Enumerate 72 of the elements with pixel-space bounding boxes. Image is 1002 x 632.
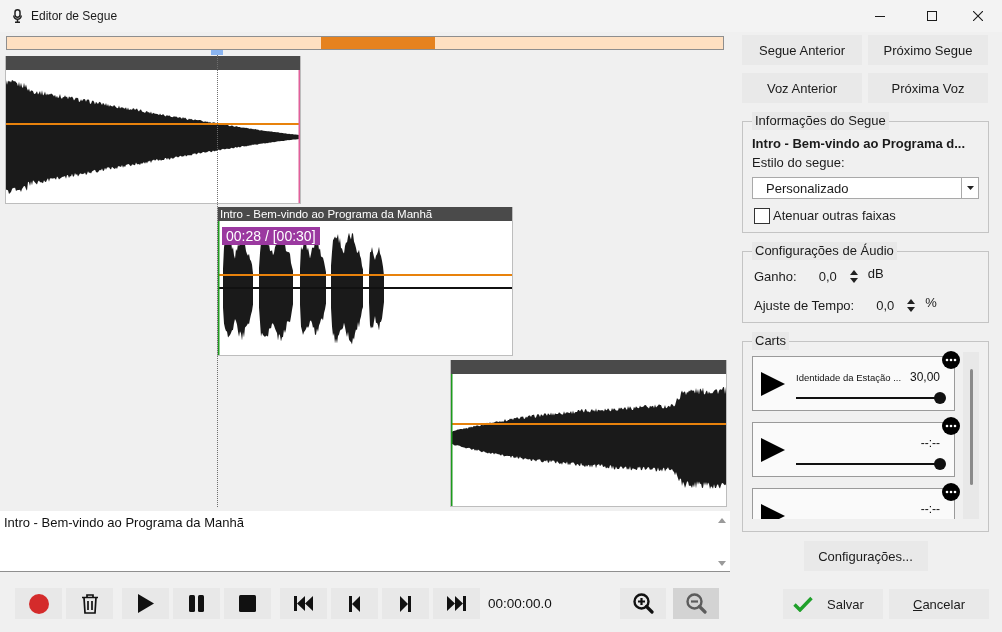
scrollbar[interactable]	[963, 352, 979, 519]
cart-time: 30,00	[909, 370, 940, 384]
close-icon[interactable]	[973, 11, 983, 21]
pause-icon	[189, 595, 204, 612]
scrollbar-thumb[interactable]	[969, 369, 973, 485]
play-icon	[137, 594, 154, 613]
zoom-out-icon	[685, 593, 707, 614]
checkbox[interactable]	[754, 207, 770, 224]
skip-to-end-icon	[447, 596, 466, 611]
more-icon[interactable]	[942, 417, 960, 435]
slider-thumb[interactable]	[934, 392, 946, 404]
skip-to-start-icon	[294, 596, 313, 611]
maximize-icon[interactable]	[927, 11, 937, 21]
spinner-arrows-icon[interactable]	[849, 268, 858, 284]
checkbox-label: Atenuar outras faixas	[773, 208, 896, 223]
step-back-icon	[349, 595, 360, 612]
field-label: Estilo do segue:	[752, 155, 846, 171]
cart-name: Identidade da Estação ...	[796, 371, 902, 383]
record-icon	[28, 593, 49, 614]
skip-to-start-button[interactable]	[280, 588, 327, 619]
unit-label: %	[925, 295, 937, 310]
step-forward-icon	[400, 595, 411, 612]
delete-button[interactable]	[66, 588, 113, 619]
nav-button[interactable]: Segue Anterior	[742, 35, 862, 65]
field-label: Ganho:	[754, 268, 797, 284]
minimize-icon[interactable]	[875, 15, 885, 17]
record-button[interactable]	[15, 588, 62, 619]
style-dropdown[interactable]: Personalizado	[752, 177, 979, 199]
group-title: Configurações de Áudio	[752, 242, 897, 260]
stop-icon	[239, 595, 256, 612]
description-field[interactable]: Intro - Bem-vindo ao Programa da Manhã	[0, 511, 730, 572]
save-button[interactable]: Salvar	[783, 589, 883, 619]
caret-icon	[966, 186, 974, 190]
group-title: Carts	[752, 332, 790, 350]
nav-button[interactable]: Próximo Segue	[868, 35, 988, 65]
window-title: Editor de Segue	[31, 9, 118, 23]
slider-thumb[interactable]	[934, 458, 946, 470]
play-icon[interactable]	[761, 437, 785, 462]
settings-button[interactable]: Configurações...	[803, 541, 928, 571]
more-icon[interactable]	[942, 351, 960, 369]
nav-button[interactable]: Voz Anterior	[742, 73, 862, 103]
play-icon[interactable]	[761, 371, 785, 396]
number-field[interactable]: 0,0	[876, 297, 895, 313]
play-button[interactable]	[122, 588, 169, 619]
zoom-in-button[interactable]	[620, 588, 666, 619]
cart-time: --:--	[920, 436, 940, 450]
number-field[interactable]: 0,0	[818, 268, 837, 284]
overview-bar[interactable]	[6, 36, 724, 50]
zoom-in-icon	[632, 593, 654, 614]
more-icon[interactable]	[942, 483, 960, 501]
spinner-arrows-icon[interactable]	[907, 297, 916, 313]
time-display: 00:00:00.0	[488, 596, 552, 611]
stop-button[interactable]	[224, 588, 271, 619]
scroll-up-icon[interactable]	[718, 518, 726, 523]
field-label: Ajuste de Tempo:	[754, 297, 855, 313]
skip-to-end-button[interactable]	[433, 588, 480, 619]
checkmark-icon	[793, 596, 813, 612]
cart-time: --:--	[920, 502, 940, 516]
previous-button[interactable]	[331, 588, 378, 619]
microphone-icon	[13, 9, 22, 23]
time-badge: 00:28 / [00:30]	[222, 227, 320, 245]
group-title: Informações do Segue	[752, 112, 889, 130]
nav-button[interactable]: Próxima Voz	[868, 73, 988, 103]
segue-title: Intro - Bem-vindo ao Programa d...	[752, 136, 967, 152]
unit-label: dB	[867, 266, 884, 281]
trash-icon	[81, 593, 98, 614]
scroll-down-icon[interactable]	[718, 561, 726, 566]
playhead-handle[interactable]	[211, 50, 223, 55]
next-button[interactable]	[382, 588, 429, 619]
clip-title: Intro - Bem-vindo ao Programa da Manhã	[219, 207, 433, 221]
cancel-button[interactable]: Cancelar	[889, 589, 989, 619]
pause-button[interactable]	[173, 588, 220, 619]
